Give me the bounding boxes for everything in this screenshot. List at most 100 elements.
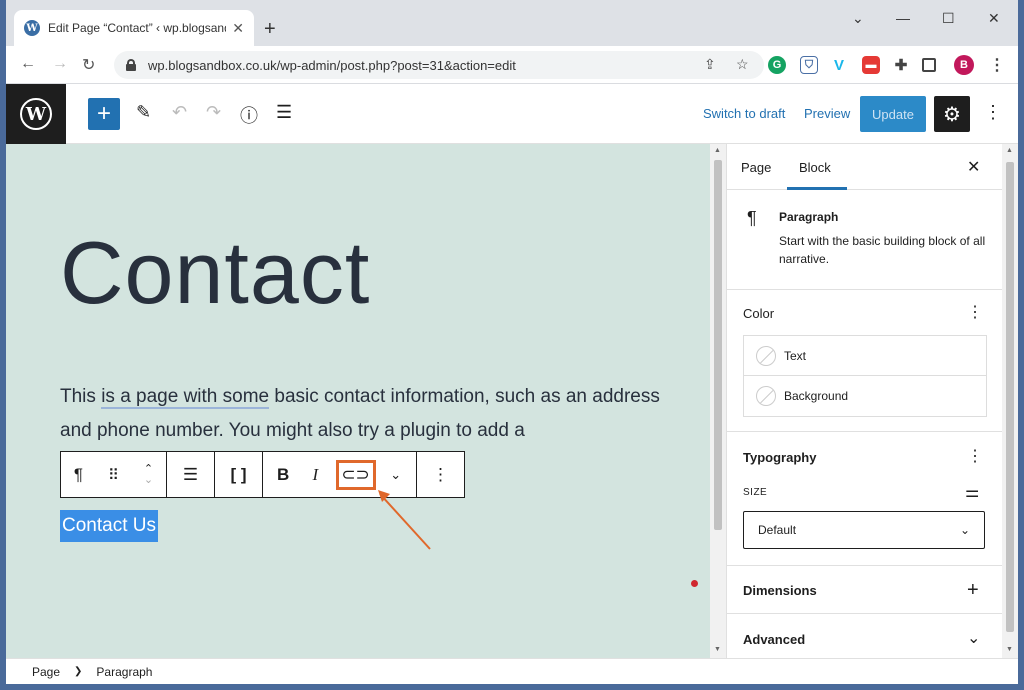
italic-icon[interactable]: I: [303, 460, 327, 490]
settings-gear-icon[interactable]: ⚙: [934, 96, 970, 132]
paragraph-icon[interactable]: ¶: [67, 460, 91, 490]
block-type-group: ¶ ⠿ ⌃ ⌄: [61, 452, 167, 497]
custom-size-toggle-icon[interactable]: ⚌: [965, 482, 979, 502]
breadcrumb-paragraph[interactable]: Paragraph: [96, 665, 152, 679]
extensions-puzzle-icon[interactable]: ✚: [892, 56, 910, 74]
typography-panel-title: Typography: [743, 450, 817, 465]
paragraph-block[interactable]: This is a page with some basic contact i…: [60, 380, 660, 448]
update-button[interactable]: Update: [860, 96, 926, 132]
grammarly-extension-icon[interactable]: G: [768, 56, 786, 74]
editor-toolbar: W + ✎ ↶ ↷ ⓘ ☰ Switch to draft Preview Up…: [6, 84, 1018, 144]
options-menu-icon[interactable]: ⋮: [984, 102, 1002, 123]
color-panel-title: Color: [743, 306, 775, 321]
add-dimensions-icon[interactable]: +: [967, 579, 979, 602]
tab-close-icon[interactable]: ✕: [232, 20, 244, 37]
minimize-icon[interactable]: —: [896, 10, 910, 26]
preview-button[interactable]: Preview: [804, 106, 850, 121]
background-color-option[interactable]: Background: [744, 376, 986, 416]
text-color-option[interactable]: Text: [744, 336, 986, 376]
drag-handle-icon[interactable]: ⠿: [102, 460, 126, 490]
tab-page[interactable]: Page: [741, 160, 771, 175]
block-card: ¶ Paragraph Start with the basic buildin…: [727, 190, 1003, 290]
chevron-down-icon: ⌄: [959, 523, 970, 537]
redo-icon[interactable]: ↷: [206, 102, 221, 123]
forward-icon[interactable]: →: [52, 55, 68, 73]
browser-menu-icon[interactable]: ⋮: [988, 56, 1006, 74]
paragraph-text-start: This: [60, 386, 102, 407]
list-view-icon[interactable]: ☰: [276, 102, 292, 123]
annotation-arrow: [378, 490, 431, 550]
tab-bar: W Edit Page “Contact” ‹ wp.blogsandbox ✕…: [6, 0, 1018, 46]
details-info-icon[interactable]: ⓘ: [240, 102, 258, 128]
lock-icon: [126, 59, 136, 71]
align-group: ☰: [167, 452, 215, 497]
sidebar-tabs: Page Block ✕: [727, 144, 1003, 190]
back-icon[interactable]: ←: [20, 55, 36, 73]
maximize-icon[interactable]: ☐: [942, 10, 955, 27]
tab-title: Edit Page “Contact” ‹ wp.blogsandbox: [48, 21, 226, 35]
add-block-button[interactable]: +: [88, 98, 120, 130]
address-row: ← → ↻ wp.blogsandbox.co.uk/wp-admin/post…: [6, 46, 1018, 84]
switch-to-draft-button[interactable]: Switch to draft: [703, 106, 785, 121]
paragraph-link-text: is a page with some: [101, 386, 270, 409]
scroll-down-icon[interactable]: ▼: [1006, 646, 1013, 653]
dimensions-panel[interactable]: Dimensions +: [727, 566, 1003, 614]
address-bar[interactable]: wp.blogsandbox.co.uk/wp-admin/post.php?p…: [114, 51, 764, 79]
shield-extension-icon[interactable]: ⛉: [800, 56, 818, 74]
scroll-up-icon[interactable]: ▲: [1006, 147, 1013, 154]
undo-icon[interactable]: ↶: [172, 102, 187, 123]
block-description: Start with the basic building block of a…: [779, 234, 986, 266]
browser-tab[interactable]: W Edit Page “Contact” ‹ wp.blogsandbox ✕: [14, 10, 254, 46]
breadcrumb-page[interactable]: Page: [32, 665, 60, 679]
sidebar-scrollbar[interactable]: ▲ ▼: [1002, 144, 1018, 658]
move-up-down-icon[interactable]: ⌃ ⌄: [137, 460, 161, 490]
page-title[interactable]: Contact: [60, 222, 370, 324]
tab-search-icon[interactable]: ⌄: [852, 10, 864, 27]
profile-avatar[interactable]: B: [954, 55, 974, 75]
brackets-icon[interactable]: [ ]: [227, 460, 251, 490]
canvas-scroll-thumb[interactable]: [714, 160, 722, 530]
align-left-icon[interactable]: ☰: [179, 460, 203, 490]
side-panel-icon[interactable]: [922, 58, 936, 72]
close-sidebar-icon[interactable]: ✕: [967, 157, 980, 177]
tab-block[interactable]: Block: [799, 160, 831, 175]
edit-pencil-icon[interactable]: ✎: [136, 102, 151, 123]
text-color-swatch: [756, 345, 776, 366]
editor-canvas: Contact This is a page with some basic c…: [6, 144, 710, 658]
color-settings: Text Background: [743, 335, 987, 417]
window-close-icon[interactable]: ✕: [988, 10, 1000, 27]
new-tab-icon[interactable]: +: [264, 18, 276, 41]
red-dot: [691, 580, 698, 587]
background-color-swatch: [756, 386, 776, 406]
wordpress-favicon-icon: W: [24, 20, 40, 36]
typography-options-icon[interactable]: ⋮: [967, 446, 983, 466]
bold-icon[interactable]: B: [271, 460, 295, 490]
url-text: wp.blogsandbox.co.uk/wp-admin/post.php?p…: [148, 57, 516, 73]
browser-window: W Edit Page “Contact” ‹ wp.blogsandbox ✕…: [6, 0, 1018, 684]
chevron-down-icon[interactable]: ⌄: [967, 628, 980, 648]
advanced-panel[interactable]: Advanced ⌄: [727, 614, 1003, 658]
background-color-label: Background: [784, 389, 849, 403]
red-extension-icon[interactable]: ▬: [862, 56, 880, 74]
scroll-up-icon[interactable]: ▲: [714, 147, 721, 154]
chevron-right-icon: ❯: [74, 666, 83, 677]
canvas-scrollbar[interactable]: ▲ ▼: [710, 144, 726, 658]
bookmark-star-icon[interactable]: ☆: [736, 56, 749, 73]
text-color-label: Text: [784, 348, 807, 363]
reload-icon[interactable]: ↻: [82, 55, 95, 75]
font-size-select[interactable]: Default ⌄: [743, 511, 985, 549]
block-name: Paragraph: [779, 210, 839, 224]
wordpress-logo[interactable]: W: [6, 84, 66, 144]
breadcrumb: Page ❯ Paragraph: [6, 658, 1018, 684]
advanced-panel-title: Advanced: [743, 632, 806, 647]
scroll-down-icon[interactable]: ▼: [714, 646, 721, 653]
share-icon[interactable]: ⇪: [704, 56, 716, 73]
sidebar-scroll-thumb[interactable]: [1006, 162, 1014, 632]
color-options-icon[interactable]: ⋮: [967, 302, 983, 322]
paragraph-icon: ¶: [747, 208, 757, 228]
settings-sidebar: Page Block ✕ ¶ Paragraph Start with the …: [726, 144, 1003, 658]
size-label: SIZE: [743, 487, 768, 498]
selected-text[interactable]: Contact Us: [60, 510, 158, 542]
dimensions-panel-title: Dimensions: [743, 583, 817, 598]
vimeo-extension-icon[interactable]: V: [830, 56, 848, 74]
